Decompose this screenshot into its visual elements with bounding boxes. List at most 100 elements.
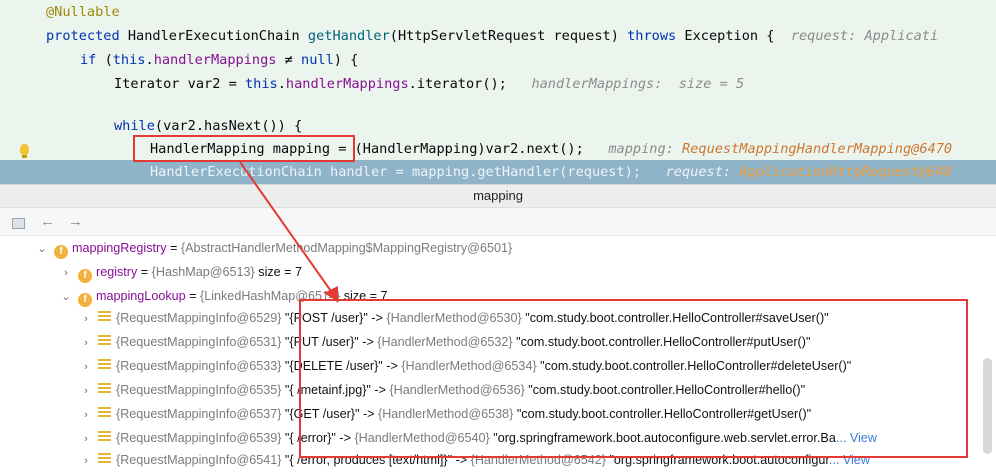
method-name: getHandler (307, 28, 390, 44)
map-entry-icon (98, 383, 111, 395)
size-label: size = 7 (340, 289, 388, 303)
tree-row-entry[interactable]: › {RequestMappingInfo@6529} "{POST /user}… (0, 307, 996, 329)
this-keyword: this (244, 76, 278, 92)
entry-path: "{ /error}" (281, 431, 336, 445)
size-label: size = 7 (254, 265, 303, 279)
dot: . (277, 76, 286, 92)
tree-row-mapping-lookup[interactable]: ⌄ f mappingLookup = {LinkedHashMap@6514} s… (0, 285, 996, 307)
entry-target: "com.study.boot.controller.HelloControll… (536, 359, 852, 373)
field-icon: f (54, 245, 68, 259)
entry-handler: {HandlerMethod@6542} (470, 453, 606, 467)
popup-toolbar: ← → (0, 208, 996, 236)
nullable-annotation: @Nullable (46, 4, 120, 20)
mapping-assignment: = (HandlerMapping)var2.next(); (330, 141, 584, 157)
exception-type: Exception { (684, 28, 775, 44)
collapse-arrow-icon[interactable]: › (80, 428, 92, 450)
collapse-arrow-icon[interactable]: › (60, 262, 72, 284)
handler-chain-call: HandlerExecutionChain handler = mapping.… (150, 164, 642, 180)
mapping-hint-value[interactable]: RequestMappingHandlerMapping@6470 (682, 141, 952, 157)
field-icon: f (78, 293, 92, 307)
view-link[interactable]: ... View (836, 431, 877, 445)
back-arrow-icon[interactable]: ← (40, 213, 55, 231)
expand-arrow-icon[interactable]: ⌄ (36, 238, 48, 260)
entry-handler: {HandlerMethod@6530} (386, 311, 522, 325)
map-entry-icon (98, 311, 111, 323)
request-inline-hint: request: Applicati (790, 28, 939, 44)
if-keyword: if (80, 52, 97, 68)
entry-target: "com.study.boot.controller.HelloControll… (513, 407, 812, 421)
entry-target: "org.springframework.boot.autoconfigur (605, 453, 829, 467)
vertical-scrollbar[interactable] (983, 358, 992, 454)
entry-path: "{GET /user}" (281, 407, 360, 421)
code-line-iterator[interactable]: Iterator var2 = this.handlerMappings.ite… (0, 72, 996, 96)
iterator-call: .iterator(); (408, 76, 507, 92)
request-hint-label: request: (665, 164, 740, 180)
dot: . (145, 52, 154, 68)
null-keyword: null (301, 52, 334, 68)
field-name: mappingLookup (96, 289, 186, 303)
handler-mappings-size-hint: handlerMappings: size = 5 (531, 76, 745, 92)
collapse-arrow-icon[interactable]: › (80, 356, 92, 378)
entry-key: {RequestMappingInfo@6535} (116, 383, 282, 397)
tree-row-registry[interactable]: › f registry = {HashMap@6513} size = 7 (0, 261, 996, 283)
field-value: {AbstractHandlerMethodMapping$MappingReg… (180, 241, 513, 255)
collapse-arrow-icon[interactable]: › (80, 332, 92, 354)
tree-row-entry[interactable]: › {RequestMappingInfo@6533} "{DELETE /use… (0, 355, 996, 377)
field-name: registry (96, 265, 138, 279)
field-value: {LinkedHashMap@6514} (200, 289, 341, 303)
collapse-arrow-icon[interactable]: › (80, 450, 92, 472)
code-line-method-signature[interactable]: protected HandlerExecutionChain getHandl… (0, 24, 996, 48)
variables-tree[interactable]: ⌄ f mappingRegistry = {AbstractHandlerMeth… (0, 236, 996, 467)
entry-handler: {HandlerMethod@6534} (401, 359, 537, 373)
tree-row-entry[interactable]: › {RequestMappingInfo@6531} "{PUT /user}"… (0, 331, 996, 353)
popup-title-bar[interactable]: mapping (0, 184, 996, 208)
while-condition: (var2.hasNext()) { (154, 118, 303, 134)
code-line-annotation[interactable]: @Nullable (0, 0, 996, 24)
modifier-keyword: protected (46, 28, 120, 44)
not-equal-operator: ≠ (276, 52, 302, 68)
code-editor[interactable]: @Nullable protected HandlerExecutionChai… (0, 0, 996, 184)
entry-target: "com.study.boot.controller.HelloControll… (524, 383, 806, 397)
mapping-hint-label: mapping: (608, 141, 683, 157)
this-keyword: this (112, 52, 146, 68)
entry-key: {RequestMappingInfo@6531} (116, 335, 282, 349)
request-hint-value[interactable]: ApplicationHttpRequest@648 (739, 164, 952, 180)
collapse-arrow-icon[interactable]: › (80, 380, 92, 402)
entry-handler: {HandlerMethod@6532} (377, 335, 513, 349)
expand-arrow-icon[interactable]: ⌄ (60, 286, 72, 308)
collapse-arrow-icon[interactable]: › (80, 308, 92, 330)
entry-key: {RequestMappingInfo@6539} (116, 431, 282, 445)
entry-target: "org.springframework.boot.autoconfigure.… (489, 431, 836, 445)
tree-row-mapping-registry[interactable]: ⌄ f mappingRegistry = {AbstractHandlerMeth… (0, 237, 996, 259)
entry-handler: {HandlerMethod@6540} (354, 431, 490, 445)
lightbulb-icon[interactable] (20, 144, 29, 158)
mapping-highlight-box (133, 135, 355, 162)
map-entry-icon (98, 453, 111, 465)
entry-handler: {HandlerMethod@6538} (378, 407, 514, 421)
entry-key: {RequestMappingInfo@6529} (116, 311, 282, 325)
map-entry-icon (98, 359, 111, 371)
tree-row-entry[interactable]: › {RequestMappingInfo@6535} "{ /metainf.j… (0, 379, 996, 401)
view-link[interactable]: ... View (829, 453, 870, 467)
entry-path: "{DELETE /user}" (281, 359, 383, 373)
field-value: {HashMap@6513} (151, 265, 255, 279)
tree-row-entry[interactable]: › {RequestMappingInfo@6541} "{ /error, pr… (0, 449, 996, 471)
entry-path: "{ /metainf.jpg}" (281, 383, 371, 397)
code-line-if[interactable]: if (this.handlerMappings ≠ null) { (0, 48, 996, 72)
entry-path: "{POST /user}" (281, 311, 368, 325)
iterator-decl: Iterator var2 = (114, 76, 245, 92)
forward-arrow-icon[interactable]: → (68, 213, 83, 231)
map-entry-icon (98, 431, 111, 443)
entry-target: "com.study.boot.controller.HelloControll… (512, 335, 811, 349)
pin-icon[interactable] (12, 218, 25, 229)
code-line-current-execution[interactable]: HandlerExecutionChain handler = mapping.… (0, 160, 996, 184)
while-keyword: while (114, 118, 155, 134)
handler-mappings-field: handlerMappings (153, 52, 277, 68)
tree-row-entry[interactable]: › {RequestMappingInfo@6539} "{ /error}" -… (0, 427, 996, 449)
entry-handler: {HandlerMethod@6536} (389, 383, 525, 397)
entry-path: "{PUT /user}" (281, 335, 359, 349)
entry-key: {RequestMappingInfo@6537} (116, 407, 282, 421)
collapse-arrow-icon[interactable]: › (80, 404, 92, 426)
tree-row-entry[interactable]: › {RequestMappingInfo@6537} "{GET /user}"… (0, 403, 996, 425)
entry-target: "com.study.boot.controller.HelloControll… (521, 311, 829, 325)
